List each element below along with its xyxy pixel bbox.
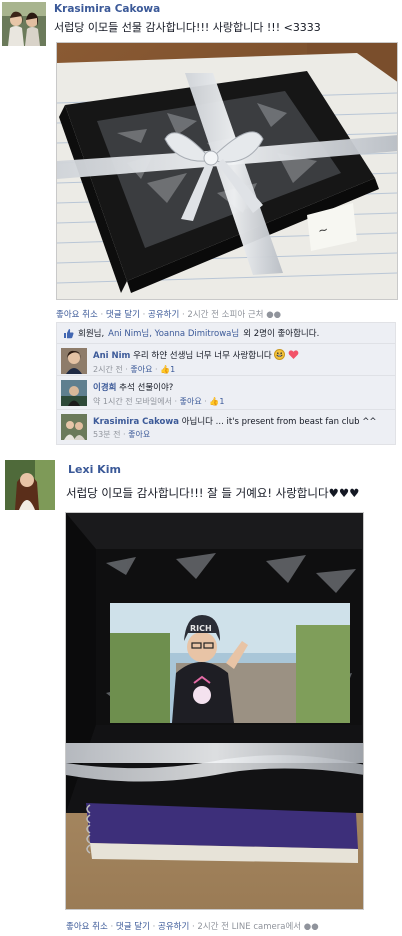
comment-like-link[interactable]: 좋아요	[180, 397, 202, 406]
author-avatar[interactable]	[2, 2, 46, 46]
comment-like-link[interactable]: 좋아요	[128, 430, 150, 439]
comment-time[interactable]: 약 1시간 전 모바일에서	[93, 397, 172, 406]
comment-like-link[interactable]: 좋아요	[130, 365, 152, 374]
comment-link[interactable]: 댓글 달기	[106, 310, 140, 320]
comment-like-count[interactable]: 1	[219, 397, 224, 406]
commenter-avatar[interactable]	[61, 380, 87, 406]
commenter-name[interactable]: 이경희	[93, 383, 116, 393]
post-actions: 좋아요 취소 · 댓글 달기 · 공유하기 · 2시간 전 LINE camer…	[66, 922, 319, 932]
share-link[interactable]: 공유하기	[158, 922, 189, 932]
comment-like-count[interactable]: 1	[170, 365, 175, 374]
author-avatar[interactable]	[5, 460, 55, 510]
unlike-link[interactable]: 좋아요 취소	[56, 310, 98, 320]
commenter-name[interactable]: Krasimira Cakowa	[93, 417, 179, 427]
post-timestamp[interactable]: 2시간 전 소피아 근처	[187, 310, 263, 320]
post-text: 서럽당 이모들 선물 감사합니다!!! 사랑합니다 !!! <3333	[54, 21, 321, 34]
friends-privacy-icon[interactable]: ●●	[304, 922, 319, 932]
comment-section: 회원님, Ani Nim님, Yoanna Dimitrowa님 외 2명이 좋…	[56, 322, 396, 445]
comment-item: Ani Nim 우리 하얀 선생님 너무 너무 사랑합니다 2시간 전 · 좋아…	[57, 344, 395, 376]
friends-privacy-icon[interactable]: ●●	[266, 310, 281, 320]
cap-text: RICH	[190, 624, 212, 633]
post-photo[interactable]: ~	[56, 42, 398, 300]
commenter-avatar[interactable]	[61, 348, 87, 374]
likes-summary: 회원님, Ani Nim님, Yoanna Dimitrowa님 외 2명이 좋…	[57, 323, 395, 344]
comment-time[interactable]: 53분 전	[93, 430, 120, 439]
post-author-name[interactable]: Krasimira Cakowa	[54, 3, 160, 15]
thumbs-up-icon	[63, 328, 74, 339]
grin-emoji-icon	[274, 349, 286, 363]
comment-item: Krasimira Cakowa 아닙니다 ... it's present f…	[57, 410, 395, 444]
comment-like-count-icon[interactable]: 👍	[209, 397, 219, 406]
comment-time[interactable]: 2시간 전	[93, 365, 123, 374]
comment-link[interactable]: 댓글 달기	[116, 922, 150, 932]
post-timestamp[interactable]: 2시간 전 LINE camera에서	[197, 922, 301, 932]
likes-suffix[interactable]: 외 2명이 좋아합니다.	[243, 327, 319, 339]
post-1: Krasimira Cakowa 서럽당 이모들 선물 감사합니다!!! 사랑합…	[0, 0, 402, 450]
commenter-avatar[interactable]	[61, 414, 87, 440]
post-photo[interactable]: RICH	[65, 512, 364, 910]
unlike-link[interactable]: 좋아요 취소	[66, 922, 108, 932]
post-author-name[interactable]: Lexi Kim	[68, 463, 121, 476]
post-actions: 좋아요 취소 · 댓글 달기 · 공유하기 · 2시간 전 소피아 근처 ●●	[56, 310, 282, 320]
post-text: 서럽당 이모들 감사합니다!!! 잘 들 거예요! 사랑합니다♥♥♥	[66, 486, 360, 500]
commenter-name[interactable]: Ani Nim	[93, 351, 130, 361]
comment-like-count-icon[interactable]: 👍	[160, 365, 170, 374]
post-2: Lexi Kim 서럽당 이모들 감사합니다!!! 잘 들 거예요! 사랑합니다…	[0, 452, 402, 936]
heart-emoji-icon	[288, 349, 299, 363]
comment-text: 추석 선물이야?	[119, 383, 174, 393]
share-link[interactable]: 공유하기	[148, 310, 179, 320]
comment-text: 우리 하얀 선생님 너무 너무 사랑합니다	[133, 351, 272, 361]
comment-text: 아닙니다 ... it's present from beast fan clu…	[181, 417, 377, 427]
likes-prefix: 회원님,	[78, 329, 105, 339]
comment-item: 이경희 추석 선물이야? 약 1시간 전 모바일에서 · 좋아요 · 👍1	[57, 376, 395, 410]
likes-names[interactable]: Ani Nim님, Yoanna Dimitrowa님	[108, 327, 239, 339]
